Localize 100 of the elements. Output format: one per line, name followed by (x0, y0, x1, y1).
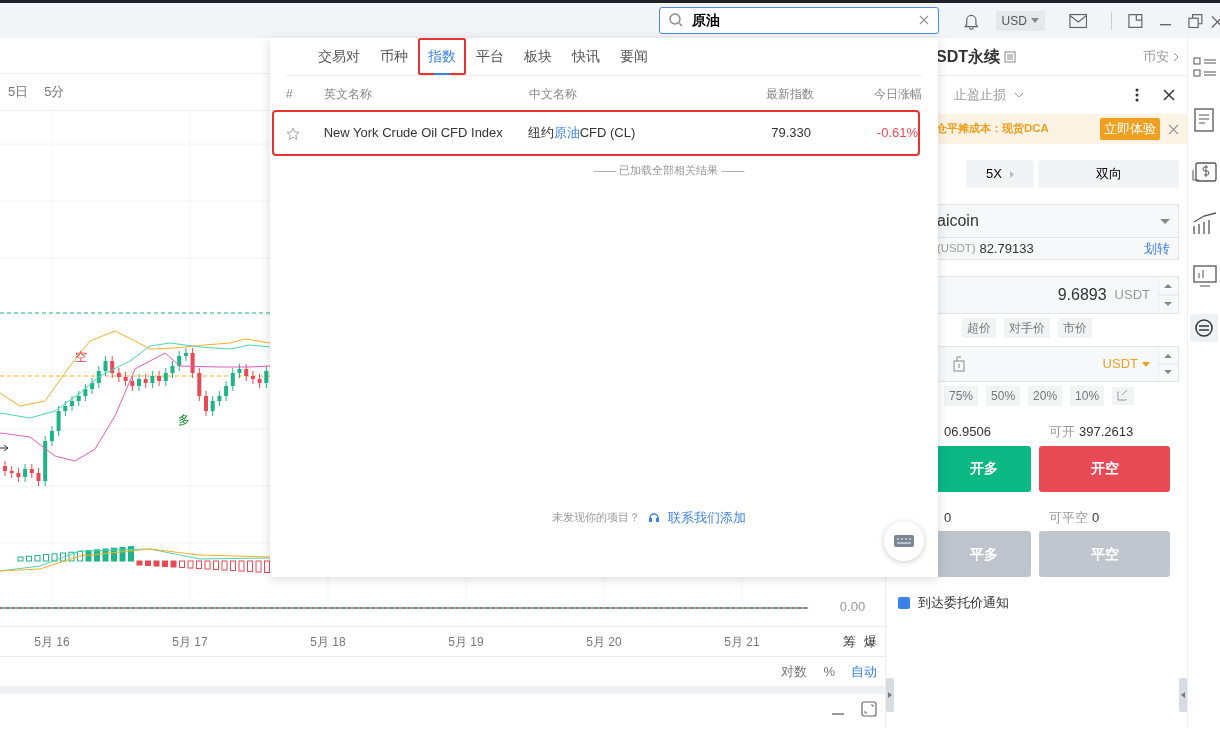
result-name: New York Crude Oil CFD Index (323, 124, 504, 143)
histogram-bar (255, 560, 262, 573)
side-tab[interactable]: 爆 (864, 631, 877, 652)
balance-value: 82.79133 (979, 239, 1034, 258)
transfer-link[interactable]: 划转 (1144, 238, 1170, 259)
ratio-button[interactable]: 75% (944, 386, 979, 406)
axis-label: 5月 17 (171, 633, 209, 651)
search-icon (669, 13, 683, 27)
histogram-bar (162, 560, 168, 567)
contact-link[interactable]: 联系我们添加 (668, 507, 746, 527)
category-tab[interactable]: 币种 (370, 38, 418, 75)
close-icon[interactable] (1163, 89, 1175, 101)
side-tab[interactable]: 筹 (843, 631, 856, 652)
candle (190, 347, 195, 379)
candle (3, 460, 7, 477)
search-field[interactable]: 原油 (659, 7, 939, 34)
category-tab[interactable]: 板块 (514, 38, 562, 75)
candle (130, 375, 135, 392)
checkbox-label: 到达委托价通知 (918, 594, 1009, 612)
histogram-bar (264, 560, 270, 573)
axis-label: 0.00 (839, 597, 866, 616)
histogram-bar (128, 546, 134, 562)
price-field[interactable]: 9.6893 USDT (936, 276, 1179, 314)
caret-icon (1009, 170, 1014, 178)
restore-icon[interactable] (1188, 12, 1203, 29)
availability-label: 可平空 (1049, 508, 1088, 527)
mode-select[interactable]: 止盈止损 (954, 85, 1006, 105)
candle (83, 383, 88, 402)
exchange-link[interactable]: 币安 (1143, 46, 1169, 67)
histogram-bar (213, 560, 219, 570)
histogram-bar (68, 551, 75, 562)
monitor-icon[interactable] (1190, 262, 1218, 290)
scale-option[interactable]: % (823, 661, 835, 682)
candle (237, 363, 242, 379)
price-type-button[interactable]: 超价 (962, 318, 996, 338)
checkbox[interactable] (898, 596, 910, 609)
more-icon[interactable] (1135, 88, 1139, 102)
leverage-button[interactable]: 5X (966, 160, 1034, 188)
copy-icon[interactable] (1004, 50, 1016, 63)
candle (56, 405, 61, 437)
histogram-bar (196, 560, 202, 569)
collapse-handle[interactable] (1179, 678, 1187, 712)
candle (123, 371, 128, 387)
category-tab[interactable]: 交易对 (308, 38, 370, 75)
candle (143, 373, 148, 389)
axis-label: 5月 21 (723, 633, 761, 651)
histogram-bar (238, 560, 245, 572)
keyboard-icon (894, 535, 914, 547)
histogram-bar (60, 552, 66, 562)
scale-option[interactable]: 自动 (851, 661, 877, 682)
candle (63, 400, 68, 417)
candle (137, 373, 141, 392)
marker-label: 多 (178, 413, 190, 427)
category-tab[interactable]: 要闻 (610, 38, 658, 75)
expand-icon[interactable] (861, 701, 877, 717)
scale-option[interactable]: 对数 (781, 661, 808, 682)
star-icon[interactable] (286, 126, 300, 141)
category-tab[interactable]: 平台 (466, 38, 514, 75)
column-header: 英文名称 (323, 86, 373, 103)
histogram-bar (111, 547, 117, 562)
column-header: 中文名称 (529, 86, 579, 103)
spinner-icon[interactable] (1158, 277, 1178, 313)
axis-label: 5月 19 (447, 633, 485, 651)
caret-icon (1030, 18, 1039, 23)
period-button[interactable]: 5日 (8, 82, 29, 102)
account-select[interactable]: aicoin (937, 205, 1178, 237)
collapse-handle[interactable] (886, 678, 894, 712)
candle (16, 467, 21, 483)
result-change: -0.61% (875, 124, 918, 143)
histogram-bar (51, 553, 58, 562)
period-button[interactable]: 5分 (44, 82, 65, 102)
result-row[interactable]: New York Crude Oil CFD Index 纽约原油CFD (CL) 79.330 -0.61% (274, 112, 918, 154)
currency-select[interactable]: USD (995, 10, 1045, 31)
availability-value: 397.2613 (1079, 423, 1134, 441)
ratio-button[interactable]: 50% (986, 386, 1021, 406)
column-header: # (286, 86, 294, 103)
order-button[interactable]: 开空 (1039, 445, 1170, 492)
candle (36, 467, 41, 487)
price-type-button[interactable]: 市价 (1058, 318, 1092, 338)
category-tab[interactable]: 快讯 (562, 38, 610, 75)
headset-icon (648, 511, 660, 524)
candle (76, 390, 81, 407)
clear-icon[interactable] (919, 15, 929, 25)
price-type-button[interactable]: 对手价 (1004, 318, 1050, 338)
ratio-button[interactable]: 20% (1028, 386, 1063, 406)
position-mode-button[interactable]: 双向 (1038, 160, 1179, 188)
ratio-button[interactable]: 10% (1070, 386, 1105, 406)
histogram-bar (34, 554, 41, 562)
availability-value: 0 (1092, 508, 1100, 527)
caret-icon (1160, 218, 1170, 224)
candle (197, 367, 202, 402)
category-tab[interactable]: 指数 (418, 38, 466, 75)
order-button[interactable]: 开多 (936, 445, 1031, 492)
layout-icon[interactable] (1128, 12, 1144, 29)
result-chinese-name: 纽约原油CFD (CL) (527, 124, 637, 143)
mail-icon[interactable] (1068, 12, 1088, 29)
spinner-icon[interactable] (1158, 347, 1178, 381)
result-value: 79.330 (770, 124, 811, 143)
chevron-icon (1173, 51, 1179, 62)
exchange-icon[interactable] (1190, 314, 1218, 342)
